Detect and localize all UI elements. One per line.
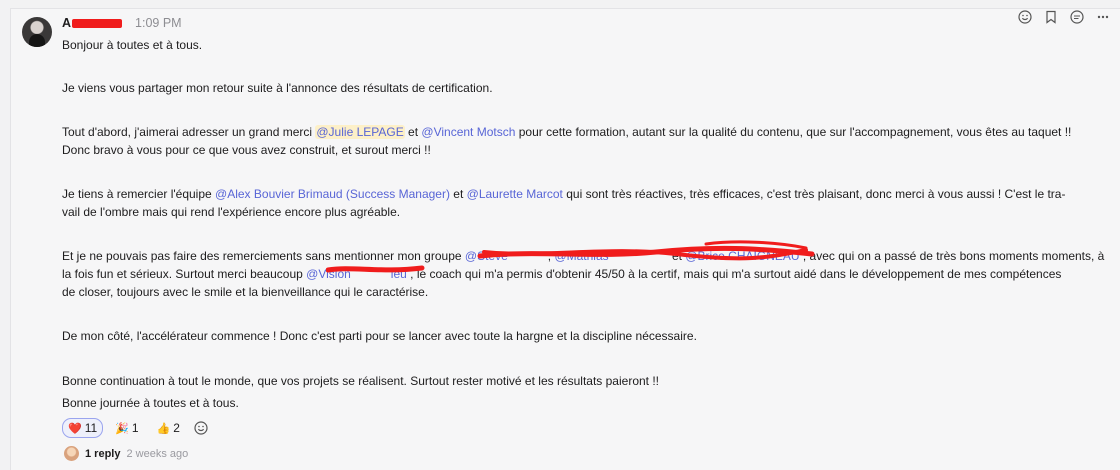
mention-brice-chaigneau[interactable]: @Brice CHAIGNEAU [685,249,799,263]
last-reply-time: 2 weeks ago [126,447,189,460]
party-popper-icon: 🎉 [115,422,129,435]
mention-coach-start: @Vision [306,267,351,281]
mention-laurette-marcot[interactable]: @Laurette Marcot [467,187,563,201]
text-segment: et [404,125,422,139]
message-timestamp[interactable]: 1:09 PM [135,16,182,30]
message-view: A 1:09 PM Bonjour à toutes et à tous. Je … [0,0,1120,470]
text-segment: de closer, toujours avec le smile et la … [62,285,429,299]
heart-icon: ❤️ [68,422,82,435]
mention-vincent-motsch[interactable]: @Vincent Motsch [421,125,515,139]
reply-avatar [64,446,79,461]
redaction-mark [72,19,122,28]
thumbs-up-icon: 👍 [156,422,171,435]
add-reaction-icon[interactable] [192,419,210,437]
paragraph-thanks-trainers: Tout d'abord, j'aimerai adresser un gran… [62,123,1112,159]
mention-coach[interactable]: @Vision ieu [306,267,407,281]
mention-alex-bouvier-brimaud[interactable]: @Alex Bouvier Brimaud (Success Manager) [215,187,450,201]
text-segment: , avec qui on a passé de très bons momen… [799,249,1105,263]
author-name-visible: A [62,16,72,30]
reply-count-link[interactable]: 1 reply [85,448,120,460]
text-segment: Tout d'abord, j'aimerai adresser un gran… [62,125,316,139]
reply-in-thread-icon[interactable] [1069,9,1085,25]
reaction-heart[interactable]: ❤️ 11 [62,418,104,438]
add-reaction-icon[interactable] [1017,9,1033,25]
reaction-count: 1 [131,421,139,435]
mention-group-member-1[interactable]: @Steve [465,249,508,263]
bookmark-icon[interactable] [1043,9,1059,25]
paragraph-next-steps: De mon côté, l'accélérateur commence ! D… [62,329,697,343]
more-actions-icon[interactable] [1095,9,1111,25]
text-segment: la fois fun et sérieux. Surtout merci be… [62,267,307,281]
text-segment: et [668,249,686,263]
text-segment: Donc bravo à vous pour ce que vous avez … [62,143,431,157]
mention-coach-end: ieu [390,267,407,281]
paragraph-thanks-team: Je tiens à remercier l'équipe @Alex Bouv… [62,185,1112,221]
reaction-count: 2 [173,421,180,435]
text-segment: Je tiens à remercier l'équipe [62,187,216,201]
mention-julie-lepage[interactable]: @Julie LEPAGE [315,125,405,139]
text-segment: vail de l'ombre mais qui rend l'expérien… [62,205,401,219]
author-name[interactable]: A [62,16,129,30]
author-avatar[interactable] [22,17,52,47]
reactions-bar: ❤️ 11 🎉 1 👍 2 [62,418,210,438]
text-segment: pour cette formation, autant sur la qual… [515,125,1072,139]
text-segment: Et je ne pouvais pas faire des remerciem… [62,249,465,263]
paragraph-thanks-group: Et je ne pouvais pas faire des remerciem… [62,247,1112,301]
message-hover-toolbar [1007,9,1120,25]
reaction-count: 11 [84,421,98,435]
paragraph-intro: Je viens vous partager mon retour suite … [62,81,493,95]
thread-summary[interactable]: 1 reply 2 weeks ago [64,446,188,461]
text-segment: qui sont très réactives, très efficaces,… [562,187,1066,201]
message-header: A 1:09 PM [62,15,182,31]
paragraph-closing: Bonne journée à toutes et à tous. [62,396,239,410]
paragraph-greeting: Bonjour à toutes et à tous. [62,38,203,52]
reaction-thumbs-up[interactable]: 👍 2 [151,418,186,438]
paragraph-wishes: Bonne continuation à tout le monde, que … [62,374,659,388]
mention-group-member-2[interactable]: @Mathias [554,249,608,263]
text-segment: , le coach qui m'a permis d'obtenir 45/5… [406,267,1062,281]
text-segment: et [449,187,467,201]
reaction-party[interactable]: 🎉 1 [109,418,144,438]
